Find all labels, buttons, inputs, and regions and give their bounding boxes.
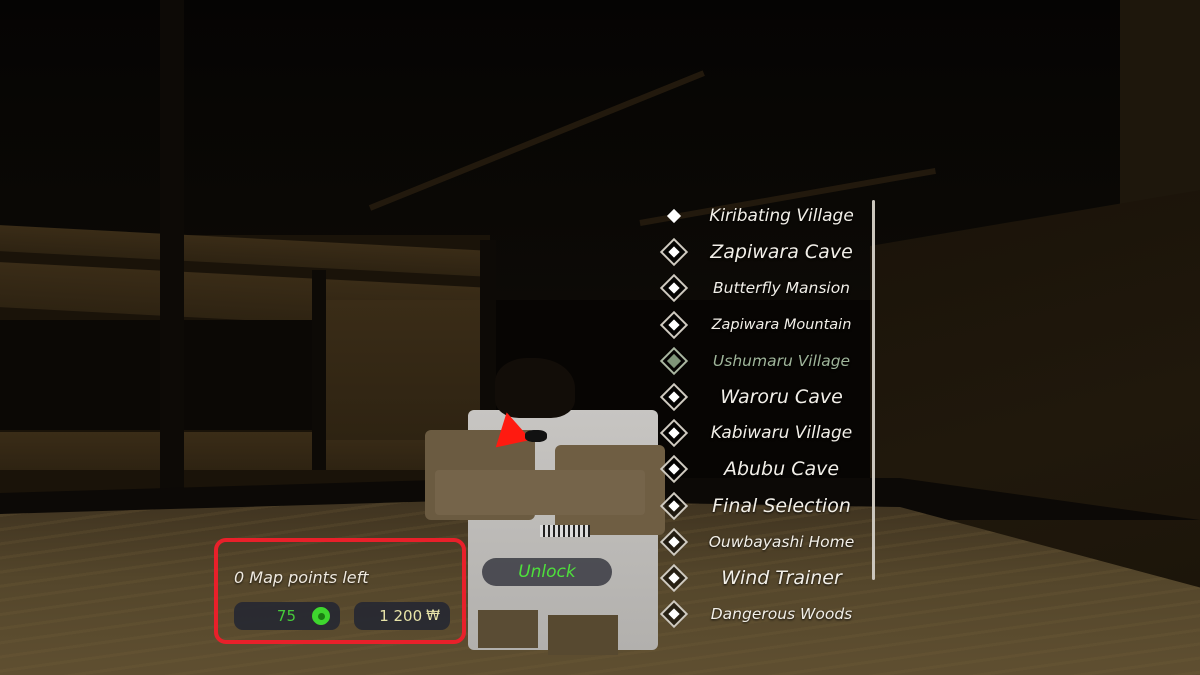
- location-label: Wind Trainer: [721, 566, 842, 589]
- location-dot-icon: [666, 209, 682, 224]
- diamond-icon: [659, 455, 689, 484]
- wall-panel: [320, 300, 480, 440]
- diamond-icon: [659, 238, 689, 267]
- diamond-icon: [659, 491, 689, 520]
- location-item-waroru-cave[interactable]: Waroru Cave: [655, 379, 870, 415]
- location-item-ushumaru-village[interactable]: Ushumaru Village: [655, 343, 870, 379]
- location-item-wind-trainer[interactable]: Wind Trainer: [655, 560, 870, 596]
- diamond-icon: [659, 346, 689, 375]
- diamond-icon: [659, 600, 689, 629]
- gem-count: 75: [276, 607, 296, 625]
- diamond-icon: [659, 310, 689, 339]
- yen-icon: ₩: [426, 608, 440, 624]
- unlock-button[interactable]: Unlock: [482, 558, 612, 586]
- location-label: Butterfly Mansion: [712, 279, 851, 298]
- location-list-scrollbar[interactable]: [872, 200, 875, 580]
- yen-balance: 1 200 ₩: [354, 602, 450, 630]
- wooden-post: [160, 0, 184, 520]
- location-label: Kabiwaru Village: [710, 423, 853, 444]
- character-boot: [548, 615, 618, 655]
- location-item-dangerous-woods[interactable]: Dangerous Woods: [655, 596, 870, 632]
- map-points-remaining: 0 Map points left: [234, 568, 369, 587]
- location-label: Ushumaru Village: [712, 351, 851, 370]
- location-item-final-selection[interactable]: Final Selection: [655, 488, 870, 524]
- character-mask: [525, 430, 547, 442]
- location-label: Waroru Cave: [720, 386, 843, 409]
- location-item-kiribating-village[interactable]: Kiribating Village: [655, 198, 870, 234]
- yen-count: 1 200: [379, 607, 423, 625]
- gem-icon: [312, 607, 330, 625]
- character-crossed-arms: [435, 470, 645, 515]
- location-item-zapiwara-cave[interactable]: Zapiwara Cave: [655, 234, 870, 270]
- location-item-butterfly-mansion[interactable]: Butterfly Mansion: [655, 270, 870, 306]
- location-item-kabiwaru-village[interactable]: Kabiwaru Village: [655, 415, 870, 451]
- back-wall: [1120, 0, 1200, 220]
- diamond-icon: [659, 527, 689, 556]
- location-label: Dangerous Woods: [710, 605, 853, 624]
- diamond-icon: [659, 382, 689, 412]
- location-label: Zapiwara Cave: [710, 241, 853, 264]
- wooden-post: [312, 270, 326, 470]
- location-item-abubu-cave[interactable]: Abubu Cave: [655, 451, 870, 487]
- character-hair: [495, 358, 575, 418]
- character-boot: [478, 610, 538, 648]
- gem-balance: 75: [234, 602, 340, 630]
- location-item-ouwbayashi-home[interactable]: Ouwbayashi Home: [655, 524, 870, 560]
- map-points-panel: 0 Map points left 75 1 200 ₩: [214, 538, 466, 644]
- location-list: Kiribating Village Zapiwara Cave Butterf…: [655, 198, 870, 632]
- sword-hilt: [540, 525, 590, 537]
- game-viewport: Kiribating Village Zapiwara Cave Butterf…: [0, 0, 1200, 675]
- diamond-icon: [659, 274, 689, 303]
- location-label: Ouwbayashi Home: [708, 532, 855, 551]
- diamond-icon: [659, 563, 689, 593]
- location-label: Final Selection: [712, 494, 851, 517]
- location-label: Zapiwara Mountain: [711, 316, 852, 333]
- diamond-icon: [659, 419, 689, 448]
- location-label: Kiribating Village: [709, 206, 854, 227]
- location-label: Abubu Cave: [723, 458, 840, 481]
- location-item-zapiwara-mountain[interactable]: Zapiwara Mountain: [655, 307, 870, 343]
